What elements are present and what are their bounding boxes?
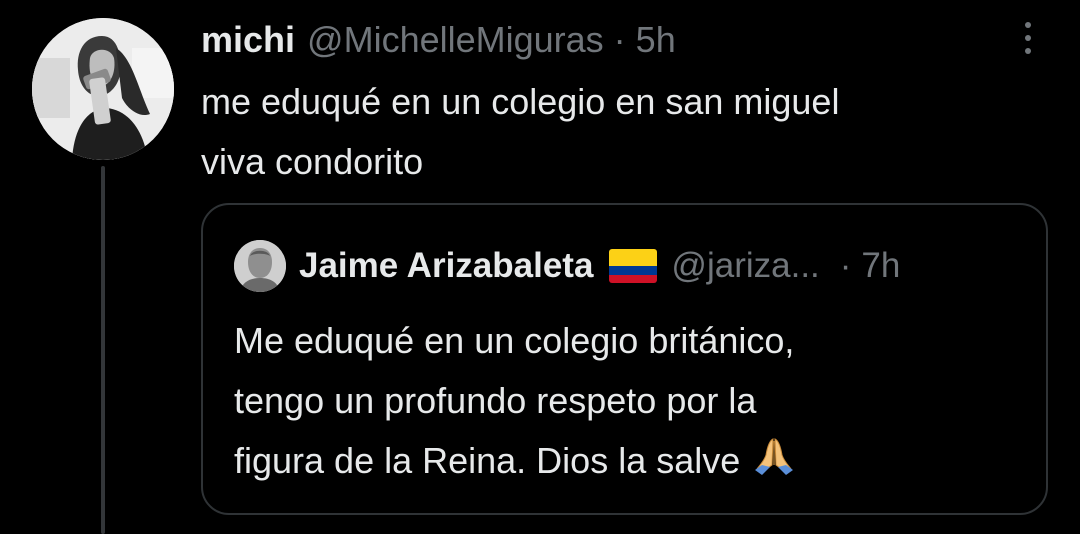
quoted-author-avatar[interactable] [234, 240, 286, 292]
tweet-text-line: me eduqué en un colegio en san miguel [201, 81, 840, 122]
quoted-tweet-header: Jaime Arizabaleta @jariza... · 7h [299, 241, 900, 291]
more-dot [1025, 35, 1031, 41]
tweet-text: me eduqué en un colegio en san miguel vi… [201, 72, 1041, 192]
quoted-author-display-name[interactable]: Jaime Arizabaleta [299, 241, 593, 291]
author-avatar[interactable] [32, 18, 174, 160]
tweet-timestamp[interactable]: 5h [636, 16, 676, 64]
author-handle[interactable]: @MichelleMiguras [307, 16, 604, 64]
quoted-tweet-timestamp[interactable]: 7h [861, 241, 900, 291]
quoted-text-line-with-emoji: figura de la Reina. Dios la salve [234, 431, 1034, 491]
quoted-tweet-text: Me eduqué en un colegio británico, tengo… [234, 311, 1034, 491]
separator-dot: · [613, 19, 626, 60]
more-vertical-icon[interactable] [1016, 18, 1040, 58]
separator-dot: · [839, 246, 852, 285]
thread-line [101, 166, 105, 534]
avatar-photo-icon [234, 240, 286, 292]
folded-hands-icon [755, 438, 794, 475]
quoted-author-handle[interactable]: @jariza... [671, 241, 819, 291]
avatar-photo-icon [32, 18, 174, 160]
more-dot [1025, 48, 1031, 54]
tweet-text-line: viva condorito [201, 141, 424, 182]
quoted-text-line: Me eduqué en un colegio británico, [234, 320, 795, 361]
author-display-name[interactable]: michi [201, 16, 295, 64]
colombia-flag-icon [609, 249, 658, 283]
quoted-text-line: tengo un profundo respeto por la [234, 380, 757, 421]
quoted-text-line: figura de la Reina. Dios la salve [234, 440, 741, 481]
tweet[interactable]: michi @MichelleMiguras · 5h me eduqué en… [0, 0, 1080, 534]
more-dot [1025, 22, 1031, 28]
quoted-tweet-card[interactable]: Jaime Arizabaleta @jariza... · 7h Me edu… [201, 203, 1048, 515]
tweet-header: michi @MichelleMiguras · 5h [201, 16, 676, 64]
